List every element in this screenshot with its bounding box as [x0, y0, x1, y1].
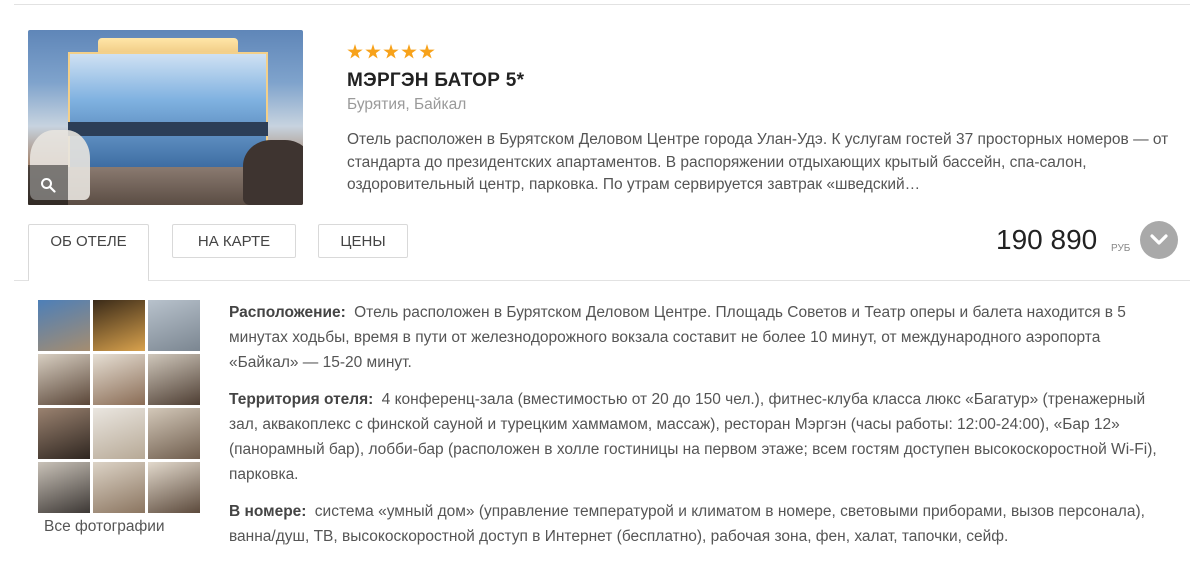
- gallery-thumbnail[interactable]: [93, 354, 145, 405]
- room-text: система «умный дом» (управление температ…: [229, 503, 1145, 545]
- hotel-description: Отель расположен в Бурятском Деловом Цен…: [347, 131, 1169, 193]
- gallery-thumbnail[interactable]: [38, 462, 90, 513]
- star-icon: [347, 44, 363, 59]
- tab-prices[interactable]: ЦЕНЫ: [318, 224, 408, 258]
- star-icon: [419, 44, 435, 59]
- gallery-thumbnail[interactable]: [93, 462, 145, 513]
- gallery-thumbnail[interactable]: [148, 462, 200, 513]
- gallery-thumbnail[interactable]: [93, 408, 145, 459]
- gallery-thumbnail[interactable]: [38, 300, 90, 351]
- all-photos-link[interactable]: Все фотографии: [44, 518, 165, 536]
- territory-paragraph: Территория отеля: 4 конференц-зала (вмес…: [229, 387, 1174, 487]
- active-tab-gap: [29, 279, 148, 282]
- tab-on-map[interactable]: НА КАРТЕ: [172, 224, 296, 258]
- hotel-details: Расположение: Отель расположен в Бурятск…: [229, 300, 1174, 561]
- expand-button[interactable]: [1140, 221, 1178, 259]
- gallery-thumbnail[interactable]: [148, 408, 200, 459]
- gallery-thumbnail[interactable]: [38, 354, 90, 405]
- top-divider: [14, 4, 1190, 5]
- price-currency: РУБ: [1111, 243, 1131, 254]
- gallery-thumbnail[interactable]: [148, 300, 200, 351]
- hotel-main-photo[interactable]: [28, 30, 303, 205]
- photo-building-sign: [68, 122, 268, 136]
- price-value: 190 890: [996, 224, 1098, 255]
- photo-dark-horse: [243, 140, 303, 205]
- tab-about-hotel[interactable]: ОБ ОТЕЛЕ: [28, 224, 149, 281]
- tabs-divider: [14, 280, 1190, 281]
- location-label: Расположение:: [229, 304, 346, 321]
- hotel-name[interactable]: МЭРГЭН БАТОР 5*: [347, 70, 524, 92]
- gallery-thumbnail[interactable]: [38, 408, 90, 459]
- territory-label: Территория отеля:: [229, 391, 374, 408]
- star-icon: [365, 44, 381, 59]
- star-icon: [401, 44, 417, 59]
- location-text: Отель расположен в Бурятском Деловом Цен…: [229, 304, 1126, 371]
- room-label: В номере:: [229, 503, 307, 520]
- room-paragraph: В номере: система «умный дом» (управлени…: [229, 499, 1174, 549]
- star-icon: [383, 44, 399, 59]
- star-rating: [347, 44, 435, 60]
- search-icon: [41, 178, 56, 193]
- gallery-thumbnail[interactable]: [93, 300, 145, 351]
- hotel-region: Бурятия, Байкал: [347, 96, 467, 113]
- zoom-photo-button[interactable]: [28, 165, 68, 205]
- gallery-thumbnail[interactable]: [148, 354, 200, 405]
- chevron-down-icon: [1150, 234, 1168, 245]
- location-paragraph: Расположение: Отель расположен в Бурятск…: [229, 300, 1174, 375]
- photo-building: [68, 52, 268, 172]
- photo-gallery: [38, 300, 200, 513]
